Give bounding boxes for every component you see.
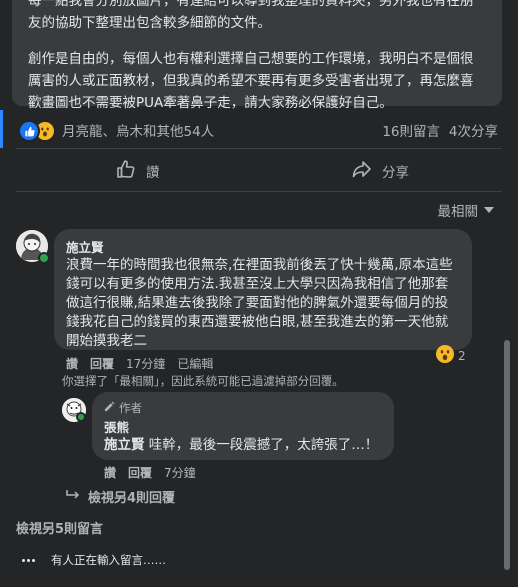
post-paragraph-1: 每一點我會分別放圖片，有連結可以導到我整理的資料夾，另外我也有在朋友的協助下整理… (28, 0, 474, 31)
share-action-button[interactable]: 分享 (352, 160, 409, 182)
reply-arrow-icon (66, 489, 80, 505)
reply-mention[interactable]: 施立賢 (104, 437, 145, 453)
reactors-summary[interactable]: 月亮龍、烏木和其他54人 (62, 120, 214, 140)
reply-bubble: 作者 張熊 施立賢 哇幹，最後一段震撼了，太誇張了…！ (92, 392, 394, 460)
comment-bubble: 施立賢 浪費一年的時間我也很無奈,在裡面我前後丟了快十幾萬,原本這些錢可以有更多… (54, 229, 472, 350)
reply-reply-link[interactable]: 回覆 (128, 464, 152, 481)
view-more-replies-link[interactable]: 檢視另4則回覆 (66, 487, 175, 506)
like-reaction-icon (18, 120, 40, 142)
pencil-icon (104, 401, 115, 415)
comment-sort-dropdown[interactable]: 最相關 (437, 200, 494, 220)
reply-author[interactable]: 張熊 (104, 417, 382, 436)
comment-timestamp[interactable]: 17分鐘 (126, 355, 165, 372)
like-action-label: 讚 (146, 165, 160, 181)
typing-label: 有人正在輸入留言…… (51, 553, 166, 567)
comment-meta-row: 讚 回覆 17分鐘 已編輯 (66, 355, 213, 372)
reply-meta-row: 讚 回覆 7分鐘 (104, 464, 196, 481)
author-badge-label: 作者 (119, 400, 142, 415)
comment-edited-label[interactable]: 已編輯 (177, 355, 213, 372)
typing-indicator: 有人正在輸入留言…… (22, 552, 166, 568)
filter-notice: 你選擇了「最相關」，因此系統可能已過濾掉部分回覆。 (62, 374, 344, 388)
reply-text: 施立賢 哇幹，最後一段震撼了，太誇張了…！ (104, 436, 382, 455)
reply-text-body: 哇幹，最後一段震撼了，太誇張了…！ (144, 437, 379, 453)
post-paragraph-2: 創作是自由的，每個人也有權利選擇自己想要的工作環境，我明白不是個很厲害的人或正面… (28, 51, 474, 111)
comment-like-link[interactable]: 讚 (66, 355, 78, 372)
share-action-label: 分享 (382, 165, 409, 181)
reply-like-link[interactable]: 讚 (104, 464, 116, 481)
share-count[interactable]: 4次分享 (449, 120, 498, 140)
sort-label: 最相關 (437, 204, 479, 220)
reply-online-status-dot (76, 412, 86, 422)
view-more-replies-label: 檢視另4則回覆 (88, 491, 176, 506)
author-badge: 作者 (104, 399, 382, 416)
post-stats-row: 月亮龍、烏木和其他54人 16則留言 4次分享 (18, 119, 500, 142)
comment-reply-link[interactable]: 回覆 (90, 355, 114, 372)
reply-timestamp[interactable]: 7分鐘 (164, 464, 196, 481)
reaction-count-number: 2 (458, 348, 466, 363)
scrollbar-thumb[interactable] (504, 340, 510, 570)
comment-author[interactable]: 施立賢 (66, 237, 460, 256)
post-body-card: 每一點我會分別放圖片，有連結可以導到我整理的資料夾，另外我也有在朋友的協助下整理… (12, 0, 502, 111)
divider-bottom (16, 191, 502, 192)
comment-count[interactable]: 16則留言 (382, 120, 440, 140)
wow-emoji-icon (436, 345, 454, 366)
share-arrow-icon (352, 159, 372, 183)
like-action-button[interactable]: 讚 (116, 160, 160, 182)
comment-text: 浪費一年的時間我也很無奈,在裡面我前後丟了快十幾萬,原本這些錢可以有更多的使用方… (66, 257, 453, 349)
divider-top (16, 148, 502, 149)
caret-down-icon (484, 202, 494, 218)
online-status-dot (38, 252, 50, 264)
typing-dots-icon (22, 558, 35, 562)
thumbs-up-icon (116, 159, 136, 183)
left-accent-bar (0, 110, 3, 148)
comment-reaction-count[interactable]: 2 (436, 345, 466, 366)
view-more-comments-link[interactable]: 檢視另5則留言 (16, 518, 103, 537)
